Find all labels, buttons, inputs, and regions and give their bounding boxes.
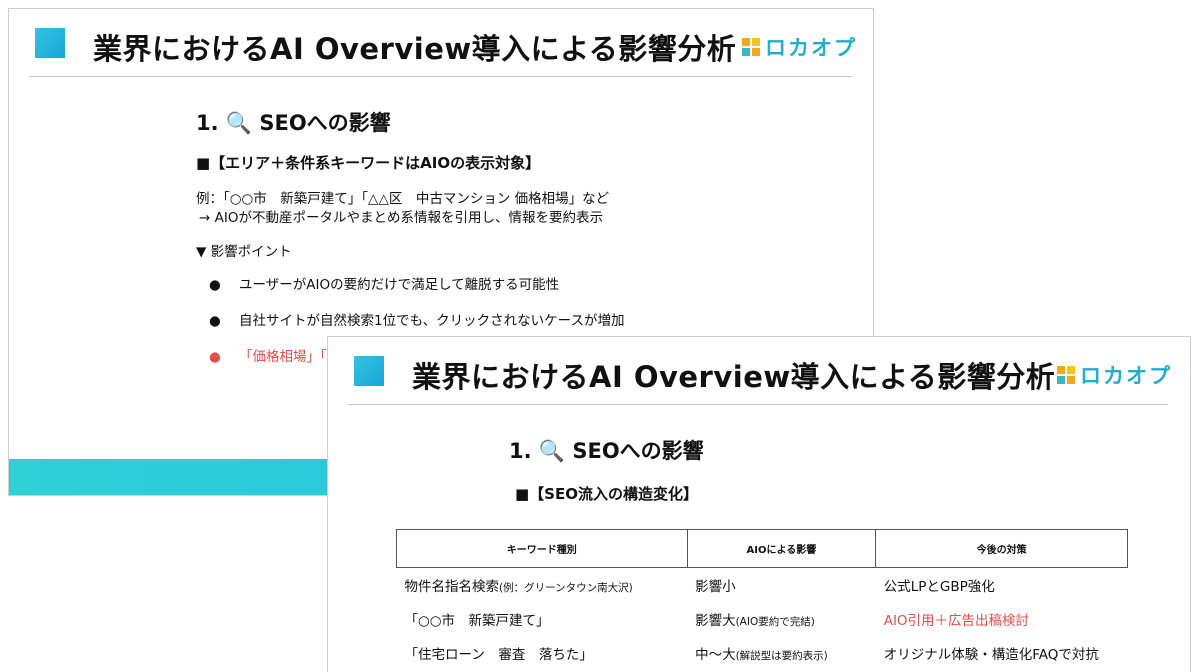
logo-mark-icon: [742, 38, 760, 56]
impact-cell: 中〜大(解説型は要約表示): [695, 646, 828, 663]
title-square-icon: [35, 28, 72, 65]
section-heading: 1. 🔍 SEOへの影響: [509, 439, 704, 463]
front-slide: 業界におけるAI Overview導入による影響分析 ロカオプ 1. 🔍 SEO…: [327, 336, 1191, 672]
impact-table: キーワード種別 AIOによる影響 今後の対策 物件名指名検索(例：グリーンタウン…: [396, 529, 1128, 670]
keyword-cell: 「住宅ローン 審査 落ちた」: [404, 646, 593, 663]
bullet-dot-icon: ●: [209, 277, 221, 293]
logo: ロカオプ: [1057, 360, 1172, 390]
bullet-text: 自社サイトが自然検索1位でも、クリックされないケースが増加: [239, 313, 625, 329]
title-square-icon: [354, 356, 391, 393]
bullet-dot-icon: ●: [209, 313, 221, 329]
slide-title: 業界におけるAI Overview導入による影響分析: [93, 32, 737, 66]
logo-mark-icon: [1057, 366, 1075, 384]
table-row: 物件名指名検索(例：グリーンタウン南大沢) 影響小 公式LPとGBP強化: [397, 568, 1128, 602]
section-heading: 1. 🔍 SEOへの影響: [196, 111, 391, 135]
table-row: 「住宅ローン 審査 落ちた」 中〜大(解説型は要約表示) オリジナル体験・構造化…: [397, 636, 1128, 670]
subheading: ■【エリア＋条件系キーワードはAIOの表示対象】: [196, 154, 541, 172]
keyword-cell: 「○○市 新築戸建て」: [404, 612, 550, 629]
column-header: キーワード種別: [396, 529, 688, 568]
points-heading: ▼ 影響ポイント: [196, 244, 292, 260]
title-divider: [29, 76, 852, 77]
logo-text: ロカオプ: [765, 36, 857, 60]
subheading: ■【SEO流入の構造変化】: [515, 485, 698, 503]
example-line-2: → AIOが不動産ポータルやまとめ系情報を引用し、情報を要約表示: [199, 210, 603, 226]
table-header-row: キーワード種別 AIOによる影響 今後の対策: [396, 529, 1128, 568]
keyword-cell: 物件名指名検索(例：グリーンタウン南大沢): [404, 578, 633, 595]
action-cell: オリジナル体験・構造化FAQで対抗: [883, 646, 1099, 663]
bullet-text: ユーザーがAIOの要約だけで満足して離脱する可能性: [239, 277, 560, 293]
column-header: AIOによる影響: [686, 529, 877, 568]
example-line-1: 例：「○○市 新築戸建て」「△△区 中古マンション 価格相場」など: [196, 191, 610, 207]
action-cell-highlight: AIO引用＋広告出稿検討: [883, 612, 1030, 629]
logo-text: ロカオプ: [1080, 364, 1172, 388]
bullet-item: ● ユーザーがAIOの要約だけで満足して離脱する可能性: [209, 273, 559, 293]
table-row: 「○○市 新築戸建て」 影響大(AIO要約で完結) AIO引用＋広告出稿検討: [397, 602, 1128, 636]
impact-cell: 影響小: [695, 578, 736, 595]
bullet-item: ● 自社サイトが自然検索1位でも、クリックされないケースが増加: [209, 309, 625, 329]
slide-title: 業界におけるAI Overview導入による影響分析: [412, 360, 1056, 394]
bullet-dot-icon: ●: [209, 349, 221, 365]
column-header: 今後の対策: [875, 529, 1128, 568]
logo: ロカオプ: [742, 32, 857, 62]
title-divider: [348, 404, 1168, 405]
impact-cell: 影響大(AIO要約で完結): [695, 612, 815, 629]
action-cell: 公式LPとGBP強化: [883, 578, 995, 595]
